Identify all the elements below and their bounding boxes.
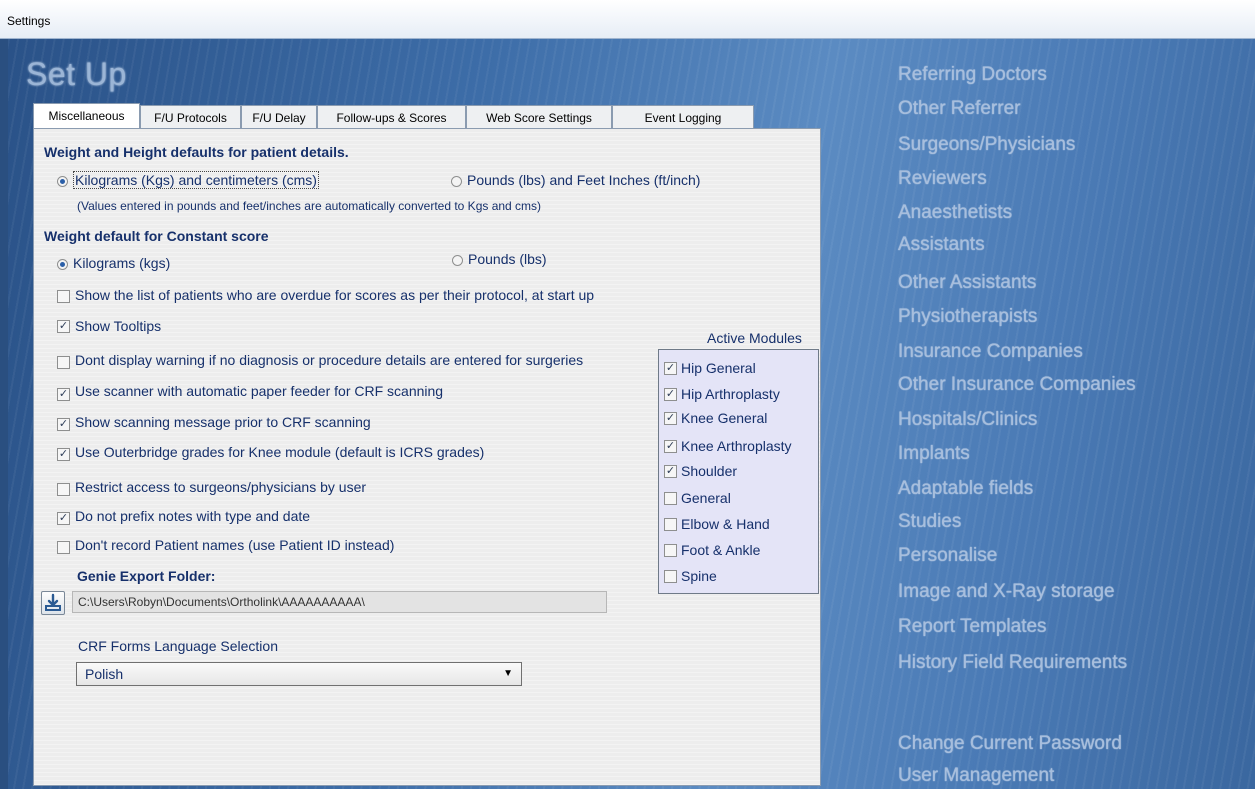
module-checkbox[interactable]: ✓ — [664, 388, 677, 401]
module-checkbox[interactable]: ✓ — [664, 440, 677, 453]
wh-metric-radio[interactable] — [57, 176, 68, 187]
wh-imperial-radio[interactable] — [451, 176, 462, 187]
overdue-patients-label[interactable]: Show the list of patients who are overdu… — [75, 287, 594, 303]
sidebar-link-history-field-requirements[interactable]: History Field Requirements — [898, 652, 1127, 674]
module-checkbox[interactable]: ✓ — [664, 362, 677, 375]
genie-export-label: Genie Export Folder: — [77, 568, 216, 584]
sidebar-link-report-templates[interactable]: Report Templates — [898, 616, 1047, 638]
no-prefix-notes-label[interactable]: Do not prefix notes with type and date — [75, 508, 310, 524]
sidebar-link-user-management[interactable]: User Management — [898, 765, 1054, 787]
sidebar-link-hospitals-clinics[interactable]: Hospitals/Clinics — [898, 409, 1037, 431]
scanner-feeder-checkbox[interactable]: ✓ — [57, 388, 70, 401]
scanner-feeder-label[interactable]: Use scanner with automatic paper feeder … — [75, 383, 443, 399]
sidebar-link-anaesthetists[interactable]: Anaesthetists — [898, 202, 1012, 224]
crf-language-select[interactable]: Polish ▼ — [76, 662, 522, 686]
module-label: Knee Arthroplasty — [681, 438, 792, 454]
module-label: Foot & Ankle — [681, 542, 761, 558]
no-diagnosis-warning-checkbox[interactable] — [57, 356, 70, 369]
constant-kg-label[interactable]: Kilograms (kgs) — [73, 255, 170, 271]
page-title: Set Up — [26, 56, 127, 92]
sidebar-link-implants[interactable]: Implants — [898, 443, 970, 465]
tab-miscellaneous[interactable]: Miscellaneous — [33, 103, 140, 129]
constant-score-heading: Weight default for Constant score — [44, 228, 269, 244]
module-label: Shoulder — [681, 463, 738, 479]
restrict-access-label[interactable]: Restrict access to surgeons/physicians b… — [75, 479, 366, 495]
window-title: Settings — [7, 14, 51, 28]
module-label: Knee General — [681, 410, 768, 426]
restrict-access-checkbox[interactable] — [57, 483, 70, 496]
no-prefix-notes-checkbox[interactable]: ✓ — [57, 512, 70, 525]
constant-lbs-label[interactable]: Pounds (lbs) — [468, 251, 547, 267]
sidebar-link-other-insurance-companies[interactable]: Other Insurance Companies — [898, 374, 1136, 396]
tab-fu-protocols[interactable]: F/U Protocols — [140, 105, 241, 128]
show-tooltips-checkbox[interactable]: ✓ — [57, 320, 70, 333]
tab-fu-delay[interactable]: F/U Delay — [241, 105, 317, 128]
window-left-edge — [0, 39, 8, 789]
sidebar-link-other-assistants[interactable]: Other Assistants — [898, 272, 1036, 294]
scanning-message-checkbox[interactable]: ✓ — [57, 418, 70, 431]
wh-conversion-note: (Values entered in pounds and feet/inche… — [77, 199, 542, 213]
genie-export-path-field[interactable]: C:\Users\Robyn\Documents\Ortholink\AAAAA… — [72, 591, 607, 613]
weight-height-heading: Weight and Height defaults for patient d… — [44, 144, 349, 160]
sidebar-link-surgeons-physicians[interactable]: Surgeons/Physicians — [898, 134, 1075, 156]
module-label: Hip Arthroplasty — [681, 386, 780, 402]
tab-web-score-settings[interactable]: Web Score Settings — [466, 105, 612, 128]
tab-follow-ups-scores[interactable]: Follow-ups & Scores — [317, 105, 466, 128]
sidebar-link-adaptable-fields[interactable]: Adaptable fields — [898, 478, 1033, 500]
module-checkbox[interactable] — [664, 518, 677, 531]
sidebar-link-other-referrer[interactable]: Other Referrer — [898, 98, 1020, 120]
sidebar-link-image-xray-storage[interactable]: Image and X-Ray storage — [898, 581, 1115, 603]
wh-imperial-label[interactable]: Pounds (lbs) and Feet Inches (ft/inch) — [467, 172, 700, 188]
tab-event-logging[interactable]: Event Logging — [612, 105, 754, 128]
sidebar-link-referring-doctors[interactable]: Referring Doctors — [898, 64, 1047, 86]
browse-folder-button[interactable] — [41, 591, 65, 615]
module-checkbox[interactable] — [664, 570, 677, 583]
crf-language-value: Polish — [85, 666, 124, 682]
sidebar-link-assistants[interactable]: Assistants — [898, 234, 985, 256]
window-titlebar: Settings — [0, 0, 1255, 39]
sidebar-link-reviewers[interactable]: Reviewers — [898, 168, 987, 190]
module-label: Hip General — [681, 360, 756, 376]
outerbridge-grades-checkbox[interactable]: ✓ — [57, 448, 70, 461]
scanning-message-label[interactable]: Show scanning message prior to CRF scann… — [75, 414, 371, 430]
module-checkbox[interactable]: ✓ — [664, 412, 677, 425]
outerbridge-grades-label[interactable]: Use Outerbridge grades for Knee module (… — [75, 444, 484, 460]
module-checkbox[interactable] — [664, 544, 677, 557]
overdue-patients-checkbox[interactable] — [57, 290, 70, 303]
dropdown-arrow-icon: ▼ — [503, 668, 513, 679]
no-patient-names-checkbox[interactable] — [57, 541, 70, 554]
sidebar-link-insurance-companies[interactable]: Insurance Companies — [898, 341, 1083, 363]
active-modules-list: ✓ Hip General ✓ Hip Arthroplasty ✓ Knee Gen… — [658, 349, 819, 594]
no-patient-names-label[interactable]: Don't record Patient names (use Patient … — [75, 537, 394, 553]
wh-metric-label[interactable]: Kilograms (Kgs) and centimeters (cms) — [73, 171, 319, 189]
download-icon — [45, 593, 61, 611]
constant-kg-radio[interactable] — [57, 259, 68, 270]
module-label: Elbow & Hand — [681, 516, 770, 532]
sidebar-link-physiotherapists[interactable]: Physiotherapists — [898, 306, 1037, 328]
no-diagnosis-warning-label[interactable]: Dont display warning if no diagnosis or … — [75, 352, 583, 368]
show-tooltips-label[interactable]: Show Tooltips — [75, 318, 161, 334]
module-checkbox[interactable]: ✓ — [664, 465, 677, 478]
sidebar-link-change-password[interactable]: Change Current Password — [898, 733, 1122, 755]
active-modules-title: Active Modules — [707, 330, 802, 346]
sidebar-link-personalise[interactable]: Personalise — [898, 545, 997, 567]
sidebar-link-studies[interactable]: Studies — [898, 511, 961, 533]
module-checkbox[interactable] — [664, 492, 677, 505]
crf-language-label: CRF Forms Language Selection — [78, 638, 278, 654]
module-label: General — [681, 490, 731, 506]
constant-lbs-radio[interactable] — [452, 255, 463, 266]
module-label: Spine — [681, 568, 717, 584]
